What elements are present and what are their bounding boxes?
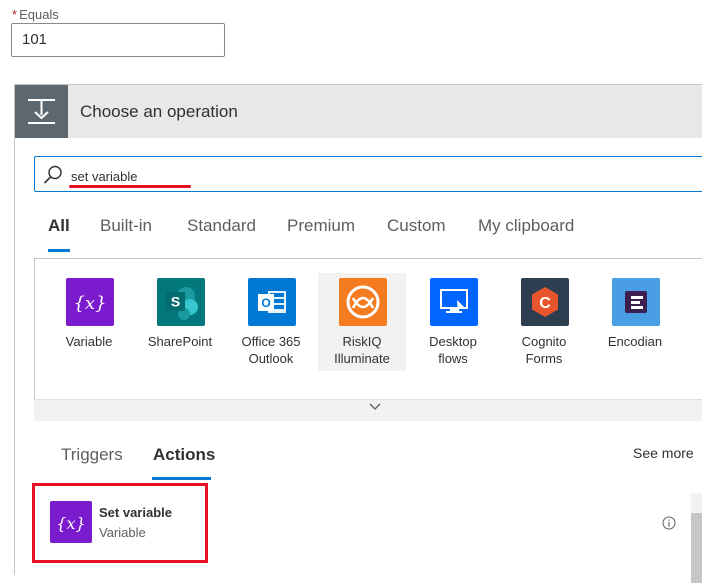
highlight-underline: [69, 185, 191, 188]
tab-all[interactable]: All: [48, 216, 70, 236]
outlook-icon: O: [248, 278, 296, 326]
connector-encodian[interactable]: Encodian: [591, 273, 679, 371]
svg-text:O: O: [261, 296, 270, 310]
svg-text:C: C: [539, 295, 551, 312]
operation-glyph-icon: [28, 99, 55, 124]
connector-riskiq-illuminate[interactable]: RiskIQ Illuminate: [318, 273, 406, 371]
connector-office365-outlook[interactable]: O Office 365 Outlook: [227, 273, 315, 371]
svg-text:S: S: [171, 294, 180, 310]
connector-label: Variable: [65, 334, 113, 349]
cognito-forms-icon: C: [521, 278, 569, 326]
connector-label: SharePoint: [147, 334, 213, 349]
active-tab-indicator: [48, 249, 70, 252]
connector-label: Desktop flows: [429, 334, 477, 366]
variable-icon: {x}: [66, 278, 114, 326]
tab-actions[interactable]: Actions: [153, 445, 215, 465]
tab-my-clipboard[interactable]: My clipboard: [478, 216, 574, 236]
connector-label: Office 365 Outlook: [241, 334, 301, 366]
connector-sharepoint[interactable]: S SharePoint: [136, 273, 224, 371]
tab-standard[interactable]: Standard: [187, 216, 256, 236]
tab-triggers[interactable]: Triggers: [61, 445, 123, 465]
connector-cognito-forms[interactable]: C Cognito Forms: [500, 273, 588, 371]
desktop-flows-icon: [430, 278, 478, 326]
riskiq-icon: [339, 278, 387, 326]
operation-icon: [15, 85, 68, 138]
required-mark: *: [12, 7, 18, 22]
card-title: Choose an operation: [80, 102, 238, 121]
tab-premium[interactable]: Premium: [287, 216, 355, 236]
equals-input[interactable]: 101: [11, 23, 225, 57]
chevron-down-icon[interactable]: [368, 402, 382, 412]
search-icon: [43, 165, 62, 184]
card-header: Choose an operation: [15, 85, 702, 138]
connector-label: RiskIQ Illuminate: [334, 334, 390, 366]
see-more-link[interactable]: See more: [633, 445, 694, 461]
highlight-box: [32, 483, 208, 563]
choose-operation-card: Choose an operation set variable All Bui…: [14, 84, 702, 583]
tab-built-in[interactable]: Built-in: [100, 216, 152, 236]
connector-variable[interactable]: {x} Variable: [45, 273, 133, 371]
equals-label: * Equals: [12, 7, 59, 22]
active-subtab-indicator: [152, 477, 211, 480]
encodian-icon: [612, 278, 660, 326]
search-input[interactable]: set variable: [34, 156, 702, 192]
connector-desktop-flows[interactable]: Desktop flows: [409, 273, 497, 371]
tab-custom[interactable]: Custom: [387, 216, 446, 236]
connector-label: Cognito Forms: [521, 334, 567, 366]
info-icon[interactable]: [662, 516, 676, 530]
svg-text:{x}: {x}: [73, 293, 106, 314]
sharepoint-icon: S: [157, 278, 205, 326]
search-text: set variable: [71, 169, 138, 184]
scrollbar-track: [691, 493, 702, 513]
connector-label: Encodian: [607, 334, 663, 349]
